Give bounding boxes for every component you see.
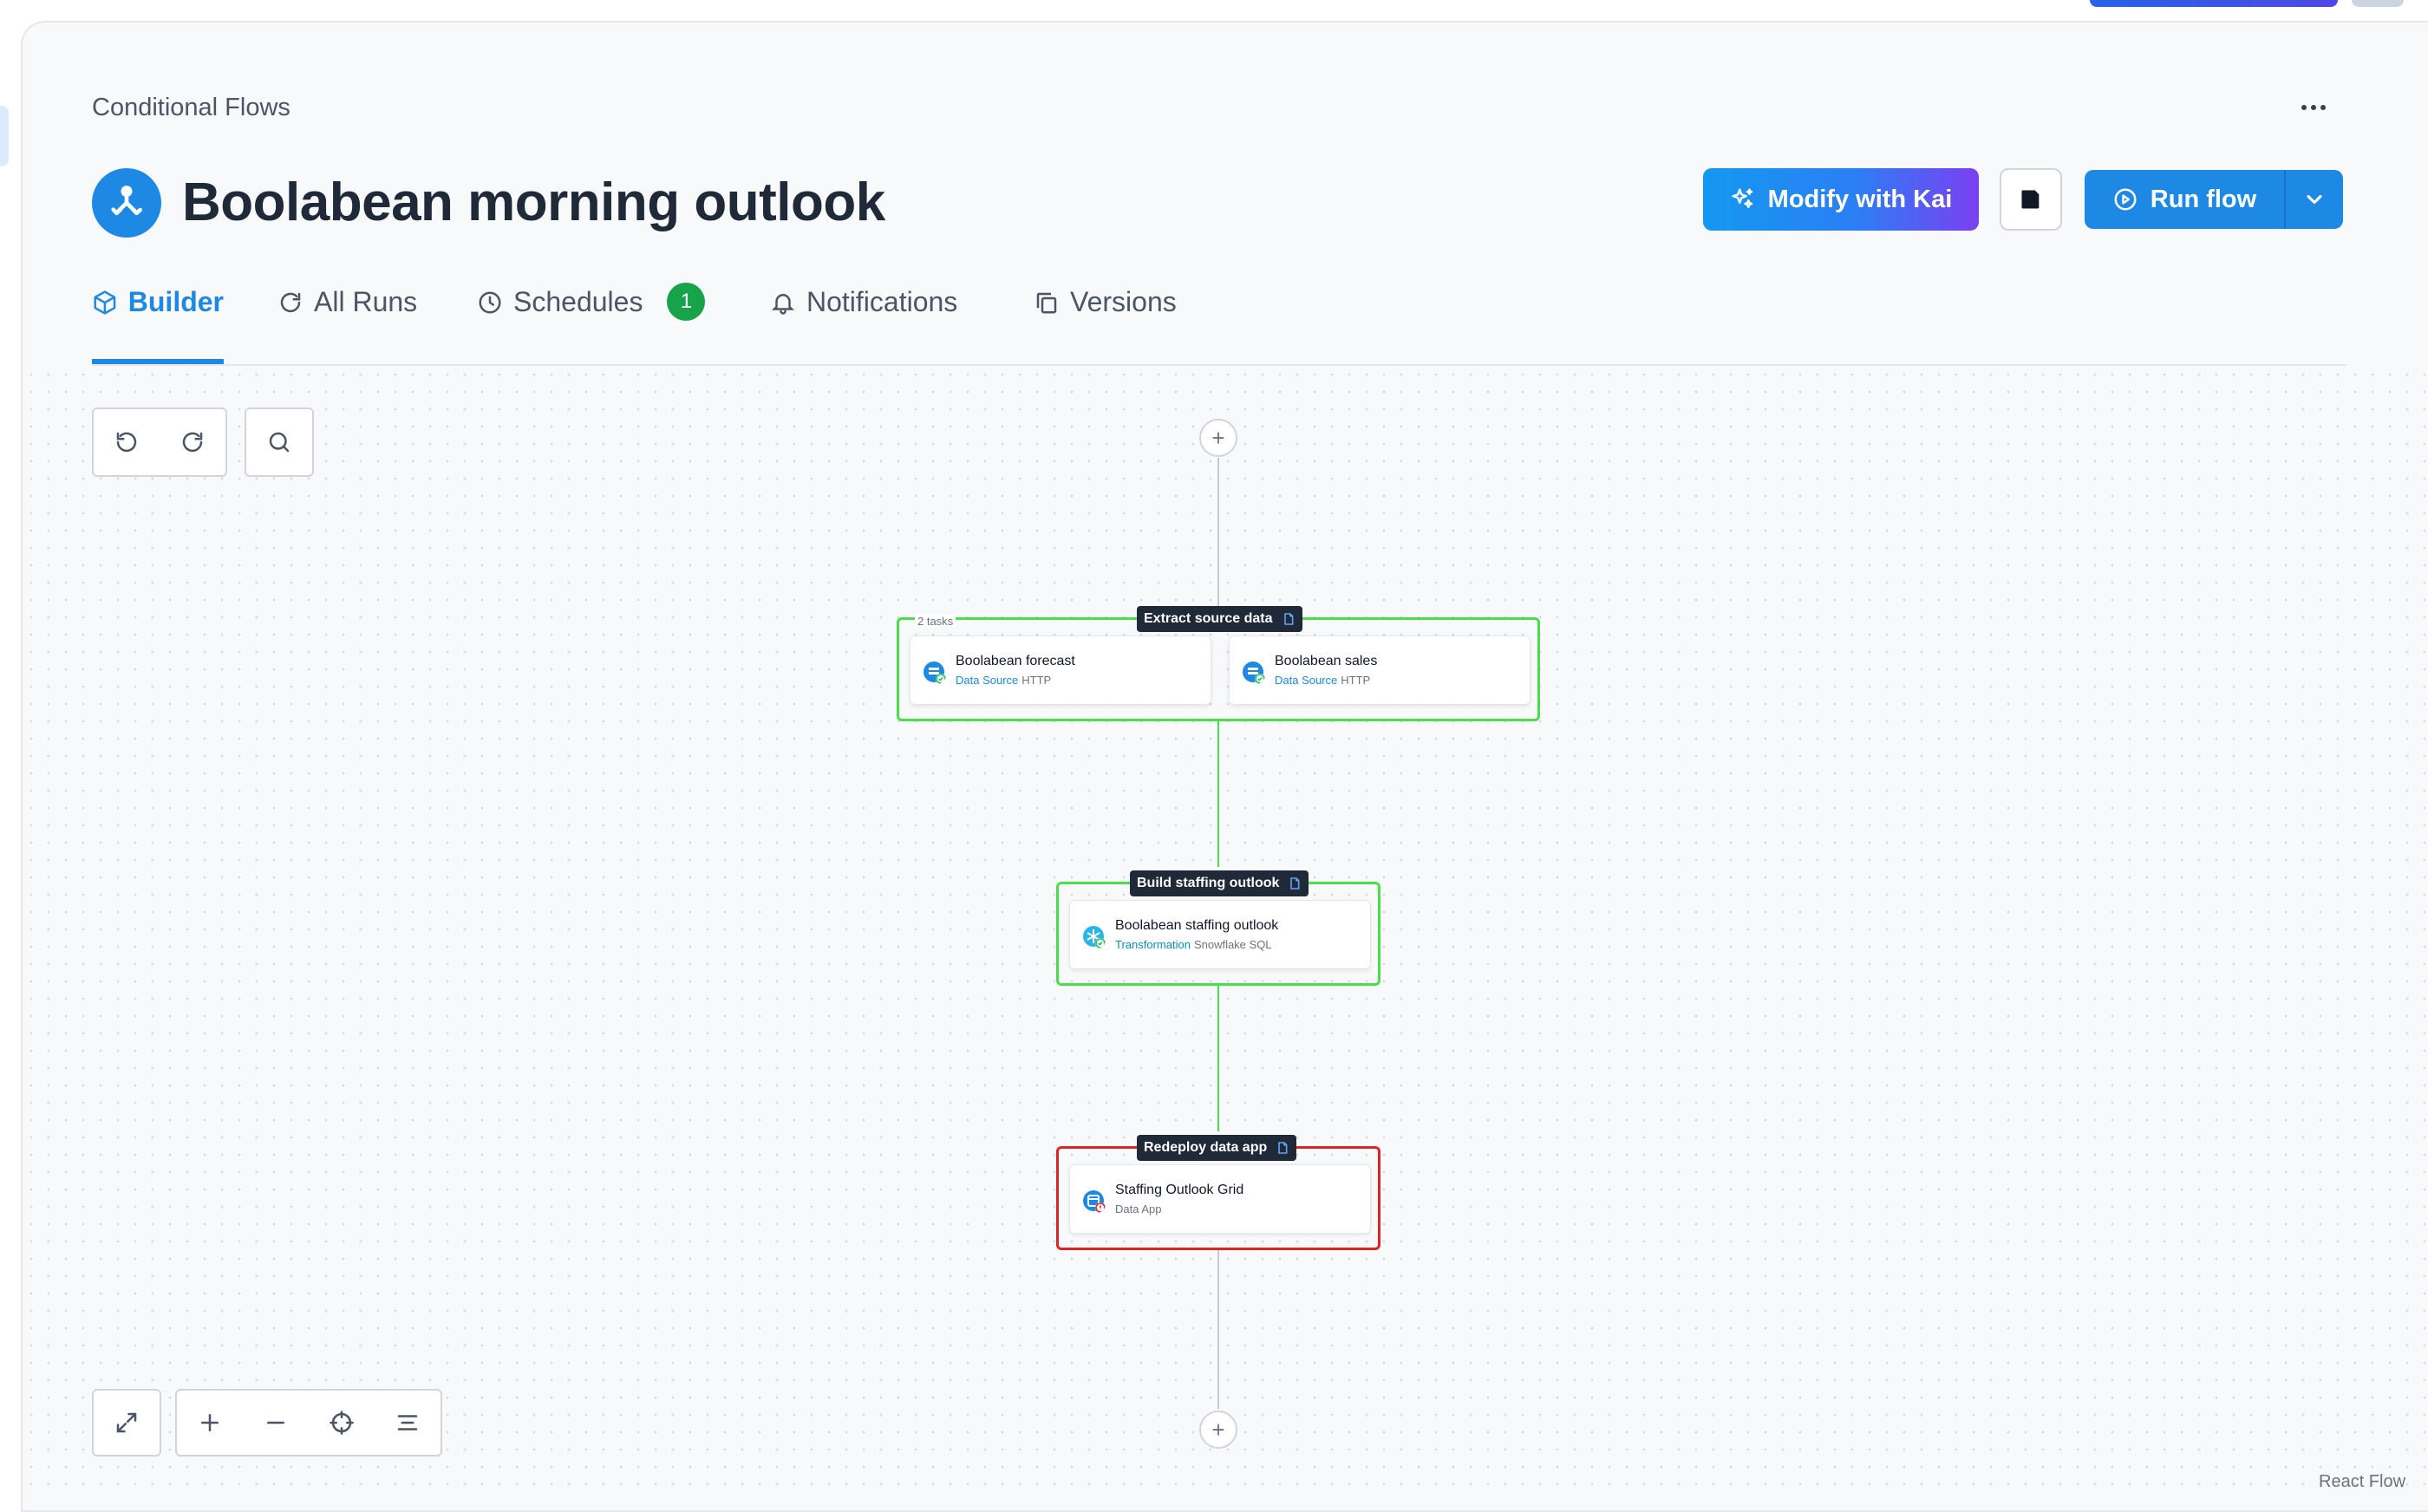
react-flow-attribution[interactable]: React Flow [2319, 1472, 2405, 1492]
crosshair-icon [330, 1411, 354, 1435]
task-kind: Data Source [1275, 674, 1338, 687]
tab-schedules[interactable]: Schedules 1 [477, 274, 706, 364]
task-subtitle: Data Source HTTP [956, 674, 1051, 687]
phase-label[interactable]: Build staffing outlook [1130, 870, 1309, 896]
tab-schedules-label: Schedules [513, 286, 643, 317]
run-options-dropdown[interactable] [2284, 170, 2343, 229]
tab-notifications-label: Notifications [806, 286, 958, 317]
add-phase-bottom-button[interactable]: + [1199, 1411, 1237, 1449]
task-kind: Data App [1115, 1202, 1162, 1215]
edge-phase2-phase3 [1217, 984, 1219, 1131]
zoom-out-button[interactable] [250, 1397, 302, 1449]
minus-icon [267, 1421, 284, 1424]
task-detail: Snowflake SQL [1193, 938, 1272, 951]
tab-builder[interactable]: Builder [92, 274, 224, 364]
task-name: Boolabean sales [1275, 654, 1378, 668]
undo-icon [116, 432, 137, 453]
schedules-count-badge: 1 [667, 283, 706, 321]
top-bar-accent [2090, 0, 2338, 7]
phase-label[interactable]: Redeploy data app [1137, 1135, 1297, 1161]
cube-icon [94, 290, 116, 315]
phase-label-text: Redeploy data app [1144, 1140, 1268, 1155]
breadcrumb[interactable]: Conditional Flows [92, 94, 290, 122]
save-button[interactable] [2000, 168, 2062, 231]
chevron-down-icon [2307, 194, 2322, 205]
http-source-icon [924, 662, 946, 684]
run-flow-button[interactable]: Run flow [2085, 170, 2284, 229]
task-boolabean-sales[interactable]: Boolabean sales Data Source HTTP [1229, 635, 1531, 705]
phase-label-text: Extract source data [1144, 611, 1273, 626]
phase-label-text: Build staffing outlook [1137, 876, 1280, 890]
redo-button[interactable] [166, 416, 219, 468]
clock-icon [479, 291, 501, 314]
task-name: Staffing Outlook Grid [1115, 1183, 1244, 1197]
auto-layout-button[interactable] [382, 1397, 434, 1449]
plus-icon [201, 1414, 219, 1431]
zoom-toolbar [175, 1389, 442, 1457]
sparkle-icon [1732, 188, 1752, 208]
expand-icon [116, 1412, 137, 1433]
task-staffing-outlook-grid[interactable]: Staffing Outlook Grid Data App [1069, 1164, 1371, 1234]
task-detail: HTTP [1341, 674, 1371, 687]
align-center-icon [397, 1415, 418, 1431]
play-circle-icon [2114, 188, 2137, 211]
run-flow-label: Run flow [2150, 185, 2257, 213]
copy-icon [1036, 292, 1057, 314]
phase-redeploy-data-app[interactable]: Redeploy data app Staffing Outlook Grid … [1056, 1135, 1380, 1250]
avatar[interactable] [2352, 0, 2404, 7]
sidebar-edge-tab[interactable] [0, 106, 9, 166]
task-subtitle: Data Source HTTP [1275, 674, 1370, 687]
undo-button[interactable] [101, 416, 153, 468]
add-phase-top-button[interactable]: + [1199, 419, 1237, 457]
search-icon [269, 432, 290, 453]
save-icon [2021, 190, 2040, 209]
modify-with-kai-label: Modify with Kai [1767, 185, 1953, 213]
modify-with-kai-button[interactable]: Modify with Kai [1703, 168, 1979, 231]
tab-all-runs[interactable]: All Runs [277, 274, 417, 364]
edge-start [1217, 458, 1219, 619]
bell-icon [771, 294, 795, 315]
search-button[interactable] [253, 416, 305, 468]
fullscreen-toolbar [92, 1389, 161, 1457]
task-subtitle: Transformation Snowflake SQL [1115, 938, 1272, 951]
zoom-in-button[interactable] [184, 1397, 236, 1449]
task-kind: Data Source [956, 674, 1019, 687]
http-source-icon [1243, 662, 1265, 684]
page-title: Boolabean morning outlook [182, 173, 885, 232]
tab-all-runs-label: All Runs [314, 286, 418, 317]
phase-build-staffing-outlook[interactable]: Build staffing outlook Boolabean staffin… [1056, 870, 1380, 986]
fit-view-button[interactable] [316, 1397, 368, 1449]
more-options-button[interactable] [2293, 90, 2334, 125]
phase-label[interactable]: Extract source data [1137, 606, 1302, 632]
task-name: Boolabean forecast [956, 654, 1075, 668]
task-boolabean-staffing-outlook[interactable]: Boolabean staffing outlook Transformatio… [1069, 900, 1371, 969]
phase-extract-source-data[interactable]: 2 tasks Extract source data Boolabean fo… [897, 606, 1540, 721]
task-detail: HTTP [1021, 674, 1052, 687]
fullscreen-button[interactable] [101, 1397, 153, 1449]
task-subtitle: Data App [1115, 1202, 1162, 1215]
history-toolbar [92, 407, 227, 477]
edge-end [1217, 1249, 1219, 1409]
task-boolabean-forecast[interactable]: Boolabean forecast Data Source HTTP [910, 635, 1211, 705]
document-icon [1290, 877, 1300, 890]
flow-icon [92, 168, 161, 238]
phase-task-count: 2 tasks [915, 615, 956, 628]
tab-builder-label: Builder [127, 286, 224, 317]
data-app-icon [1083, 1190, 1106, 1213]
edge-phase1-phase2 [1217, 720, 1219, 867]
document-icon [1283, 613, 1293, 625]
tab-versions-label: Versions [1070, 286, 1177, 317]
document-icon [1278, 1142, 1288, 1154]
refresh-icon [280, 292, 301, 313]
search-toolbar [245, 407, 314, 477]
redo-icon [182, 432, 203, 453]
tab-versions[interactable]: Versions [1034, 274, 1177, 364]
tab-notifications[interactable]: Notifications [770, 274, 957, 364]
task-kind: Transformation [1115, 938, 1191, 951]
snowflake-icon [1083, 926, 1106, 948]
task-name: Boolabean staffing outlook [1115, 918, 1279, 933]
